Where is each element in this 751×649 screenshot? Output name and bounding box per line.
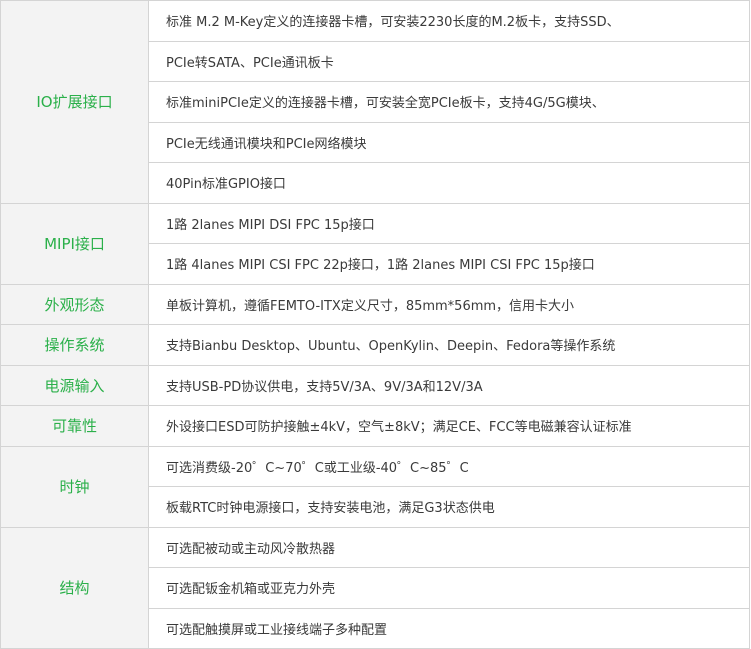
value-cell: PCIe无线通讯模块和PCIe网络模块 [148,121,750,163]
table-row: 外观形态 单板计算机，遵循FEMTO-ITX定义尺寸，85mm*56mm，信用卡… [0,283,750,325]
table-row: 时钟 可选消费级-20゜C~70゜C或工业级-40゜C~85゜C [0,445,750,528]
category-reliability: 可靠性 [0,405,149,447]
value-cell: PCIe转SATA、PCIe通讯板卡 [148,40,750,82]
table-row: 电源输入 支持USB-PD协议供电，支持5V/3A、9V/3A和12V/3A [0,364,750,406]
category-mipi: MIPI接口 [0,202,149,285]
table-row: MIPI接口 1路 2lanes MIPI DSI FPC 15p接口 [0,202,750,285]
value-cell: 支持Bianbu Desktop、Ubuntu、OpenKylin、Deepin… [148,324,750,366]
value-cell: 可选配被动或主动风冷散热器 [148,526,750,568]
table-row: IO扩展接口 标准 M.2 M-Key定义的连接器卡槽，可安装2230长度的M.… [0,0,750,204]
category-form-factor: 外观形态 [0,283,149,325]
value-cell: 40Pin标准GPIO接口 [148,162,750,204]
value-cell: 1路 2lanes MIPI DSI FPC 15p接口 [148,202,750,244]
value-cell: 标准miniPCIe定义的连接器卡槽，可安装全宽PCIe板卡，支持4G/5G模块… [148,81,750,123]
value-cell: 可选配钣金机箱或亚克力外壳 [148,567,750,609]
spec-table: IO扩展接口 标准 M.2 M-Key定义的连接器卡槽，可安装2230长度的M.… [0,0,750,649]
category-io-expansion: IO扩展接口 [0,0,149,204]
category-structure: 结构 [0,526,149,649]
table-row: 操作系统 支持Bianbu Desktop、Ubuntu、OpenKylin、D… [0,324,750,366]
value-cell: 单板计算机，遵循FEMTO-ITX定义尺寸，85mm*56mm，信用卡大小 [148,283,750,325]
value-cell: 标准 M.2 M-Key定义的连接器卡槽，可安装2230长度的M.2板卡，支持S… [148,0,750,42]
value-cell: 可选消费级-20゜C~70゜C或工业级-40゜C~85゜C [148,445,750,487]
category-os: 操作系统 [0,324,149,366]
value-cell: 外设接口ESD可防护接触±4kV，空气±8kV；满足CE、FCC等电磁兼容认证标… [148,405,750,447]
value-cell: 可选配触摸屏或工业接线端子多种配置 [148,607,750,649]
value-cell: 板载RTC时钟电源接口，支持安装电池，满足G3状态供电 [148,486,750,528]
table-row: 可靠性 外设接口ESD可防护接触±4kV，空气±8kV；满足CE、FCC等电磁兼… [0,405,750,447]
value-cell: 1路 4lanes MIPI CSI FPC 22p接口，1路 2lanes M… [148,243,750,285]
category-power-input: 电源输入 [0,364,149,406]
value-cell: 支持USB-PD协议供电，支持5V/3A、9V/3A和12V/3A [148,364,750,406]
category-clock: 时钟 [0,445,149,528]
table-row: 结构 可选配被动或主动风冷散热器 [0,526,750,649]
